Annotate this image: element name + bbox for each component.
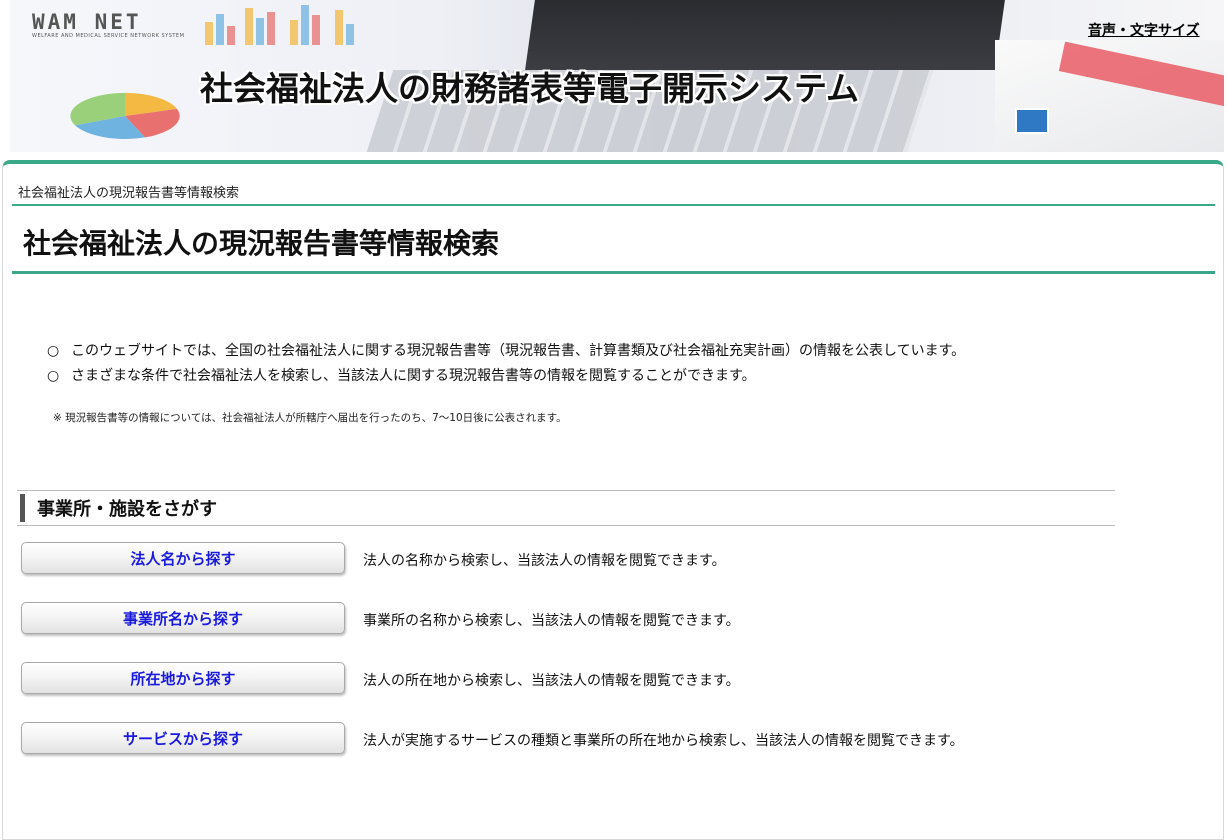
intro-line: ○ このウェブサイトでは、全国の社会福祉法人に関する現況報告書等（現況報告書、計算… (47, 340, 965, 365)
search-by-service-button[interactable]: サービスから探す (21, 722, 345, 754)
binder-clip-decoration (1015, 108, 1049, 134)
intro-text: ○ このウェブサイトでは、全国の社会福祉法人に関する現況報告書等（現況報告書、計算… (47, 340, 965, 390)
intro-line: ○ さまざまな条件で社会福祉法人を検索し、当該法人に関する現況報告書等の情報を閲覧… (47, 365, 965, 390)
breadcrumb: 社会福祉法人の現況報告書等情報検索 (18, 186, 240, 201)
search-option: 法人名から探す 法人の名称から検索し、当該法人の情報を閲覧できます。 (21, 542, 1021, 576)
section-title: 事業所・施設をさがす (37, 499, 217, 520)
search-option: 事業所名から探す 事業所の名称から検索し、当該法人の情報を閲覧できます。 (21, 602, 1021, 636)
section-marker (20, 494, 25, 522)
laptop-screen-decoration (525, 0, 1005, 70)
publication-note: ※ 現況報告書等の情報については、社会福祉法人が所轄庁へ届出を行ったのち、7〜1… (53, 412, 567, 424)
logo-subtitle: WELFARE AND MEDICAL SERVICE NETWORK SYST… (32, 33, 185, 39)
bar-chart-decoration (205, 5, 354, 45)
breadcrumb-divider (12, 204, 1215, 206)
search-by-facility-name-button[interactable]: 事業所名から探す (21, 602, 345, 634)
circle-bullet-icon: ○ (47, 368, 60, 384)
page-title: 社会福祉法人の現況報告書等情報検索 (23, 227, 500, 260)
voice-text-size-link[interactable]: 音声・文字サイズ (1088, 20, 1200, 40)
search-by-location-button[interactable]: 所在地から探す (21, 662, 345, 694)
search-option-description: 法人の名称から検索し、当該法人の情報を閲覧できます。 (363, 553, 726, 569)
search-option-description: 法人が実施するサービスの種類と事業所の所在地から検索し、当該法人の情報を閲覧でき… (363, 733, 964, 749)
search-option: 所在地から探す 法人の所在地から検索し、当該法人の情報を閲覧できます。 (21, 662, 1021, 696)
intro-line-text: さまざまな条件で社会福祉法人を検索し、当該法人に関する現況報告書等の情報を閲覧す… (71, 368, 756, 384)
search-option-description: 法人の所在地から検索し、当該法人の情報を閲覧できます。 (363, 673, 740, 689)
header-banner: WAM NET WELFARE AND MEDICAL SERVICE NETW… (10, 0, 1224, 152)
circle-bullet-icon: ○ (47, 343, 60, 359)
main-panel: 社会福祉法人の現況報告書等情報検索 社会福祉法人の現況報告書等情報検索 ○ このウ… (2, 160, 1224, 840)
section-header: 事業所・施設をさがす (17, 490, 1115, 526)
system-title: 社会福祉法人の財務諸表等電子開示システム (200, 69, 860, 108)
wam-net-logo[interactable]: WAM NET (32, 10, 142, 34)
search-option-description: 事業所の名称から検索し、当該法人の情報を閲覧できます。 (363, 613, 740, 629)
search-by-corporation-name-button[interactable]: 法人名から探す (21, 542, 345, 574)
search-option: サービスから探す 法人が実施するサービスの種類と事業所の所在地から検索し、当該法… (21, 722, 1021, 756)
pie-chart-decoration (70, 92, 180, 139)
intro-line-text: このウェブサイトでは、全国の社会福祉法人に関する現況報告書等（現況報告書、計算書… (71, 343, 966, 359)
title-divider (12, 271, 1215, 274)
